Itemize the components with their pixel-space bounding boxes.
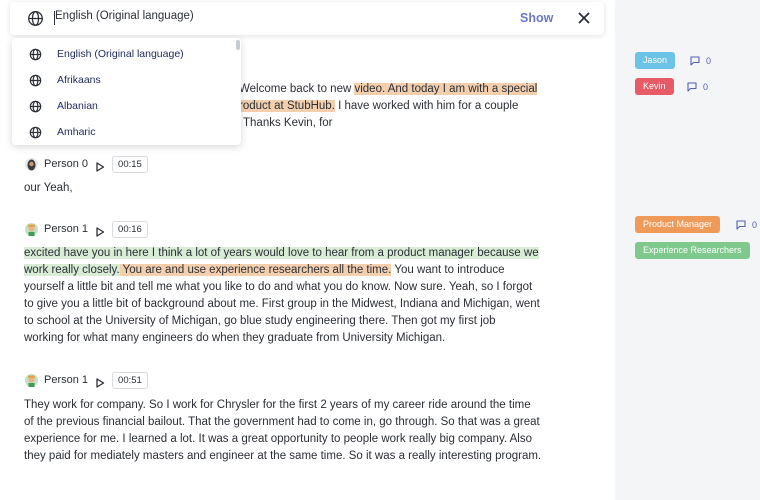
comment-count-value: 0 (706, 56, 712, 66)
language-option-label: Afrikaans (57, 74, 101, 86)
transcript-line: working for what many engineers do when … (24, 332, 446, 344)
avatar (25, 157, 38, 171)
avatar (25, 373, 38, 387)
speaker-tag-kevin[interactable]: Kevin (635, 78, 674, 95)
comment-count[interactable]: 0 (687, 82, 708, 92)
transcript-line: our Yeah, (24, 182, 73, 194)
speaker-header: Person 1 00:51 (25, 371, 148, 389)
avatar (25, 222, 38, 236)
transcript-text: Welcome back to new (239, 83, 355, 95)
transcript-line: experience for me. I learned a lot. It w… (24, 433, 532, 445)
transcript-line: yourself a little bit and tell me what y… (24, 281, 533, 293)
tag-product-manager[interactable]: Product Manager (635, 216, 721, 233)
speaker-header: Person 1 00:16 (25, 220, 148, 238)
play-icon[interactable] (95, 224, 105, 237)
comment-count[interactable]: 0 (690, 56, 711, 66)
speaker-name[interactable]: Person 1 (44, 223, 88, 235)
highlighted-text[interactable]: excited have you in here I think a lot o… (24, 247, 539, 259)
language-option-albanian[interactable]: Albanian (12, 94, 234, 120)
language-dropdown: English (Original language) Afrikaans Al… (12, 38, 241, 145)
transcript-text: Thanks Kevin, for (243, 117, 333, 129)
close-icon[interactable] (576, 10, 592, 26)
transcript-line: to school at the University of Michigan,… (24, 315, 496, 327)
language-bar: Show (10, 2, 604, 35)
globe-icon (29, 48, 42, 66)
speaker-header: Person 0 00:15 (25, 155, 148, 173)
language-option-label: Albanian (57, 100, 98, 112)
language-option-label: Amharic (57, 126, 96, 138)
timestamp[interactable]: 00:51 (112, 371, 148, 389)
dropdown-scrollbar[interactable] (236, 40, 240, 50)
transcript-line: of the previous financial bailout. That … (24, 416, 540, 428)
language-search-input[interactable] (55, 10, 355, 22)
transcript-line: excited have you in here I think a lot o… (24, 245, 539, 262)
language-option-label: English (Original language) (57, 48, 184, 60)
language-option-amharic[interactable]: Amharic (12, 120, 234, 145)
highlighted-text[interactable]: work really closely. (24, 264, 120, 276)
tags-panel: Jason 0 Kevin 0 Product Manager 0 Experi… (615, 0, 760, 500)
highlighted-text[interactable]: You are and use experience researchers a… (119, 264, 392, 276)
transcript-line: work really closely. You are and use exp… (24, 262, 505, 279)
play-icon[interactable] (95, 159, 105, 172)
tag-experience-researchers[interactable]: Experience Researchers (635, 242, 750, 259)
transcript-text: I have worked with him for a couple (334, 100, 519, 112)
transcript-line: roduct at StubHub. I have worked with hi… (239, 98, 518, 115)
globe-icon (29, 100, 42, 118)
speaker-tag-jason[interactable]: Jason (635, 52, 676, 69)
play-icon[interactable] (95, 375, 105, 388)
transcript-line: They work for company. So I work for Chr… (24, 399, 531, 411)
comment-icon (690, 56, 700, 66)
transcript-line: to give you a little bit of background a… (24, 298, 540, 310)
globe-icon (29, 74, 42, 92)
comment-icon (736, 220, 746, 230)
globe-icon (29, 126, 42, 144)
comment-icon (687, 82, 697, 92)
speaker-name[interactable]: Person 1 (44, 374, 88, 386)
transcript-text: You want to introduce (391, 264, 505, 276)
comment-count-value: 0 (752, 220, 758, 230)
transcript-panel: Show English (Original language) Afrikaa… (0, 0, 615, 500)
transcript-line: Welcome back to new video. And today I a… (239, 81, 538, 98)
language-option-afrikaans[interactable]: Afrikaans (12, 68, 234, 94)
globe-icon (27, 10, 44, 32)
timestamp[interactable]: 00:15 (112, 155, 148, 173)
highlighted-text[interactable]: roduct at StubHub. (239, 100, 335, 112)
transcript-line: they paid for mediately masters and engi… (24, 450, 542, 462)
highlighted-text[interactable]: video. And today I am with a special (354, 83, 538, 95)
comment-count-value: 0 (703, 82, 709, 92)
speaker-name[interactable]: Person 0 (44, 158, 88, 170)
language-option-english[interactable]: English (Original language) (12, 42, 234, 68)
transcript-line: Thanks Kevin, for (243, 115, 332, 132)
show-button[interactable]: Show (520, 11, 553, 25)
timestamp[interactable]: 00:16 (112, 220, 148, 238)
comment-count[interactable]: 0 (736, 220, 757, 230)
